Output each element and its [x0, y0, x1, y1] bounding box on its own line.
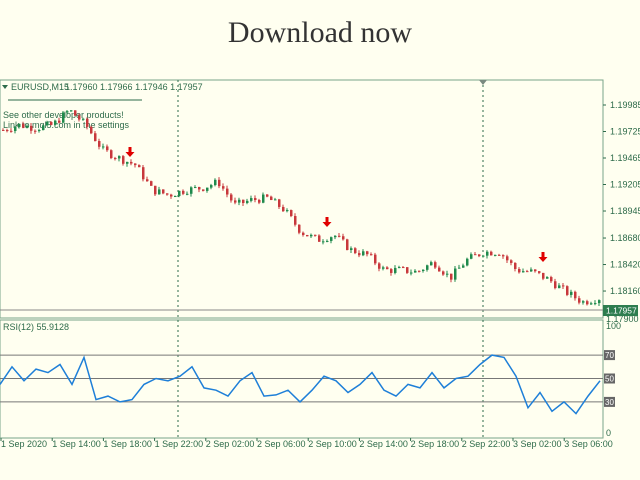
price-axis-label: 1.18420	[610, 260, 640, 270]
candle	[374, 252, 377, 266]
time-axis-label: 3 Sep 06:00	[564, 439, 613, 449]
candle	[62, 111, 65, 124]
time-axis-label: 2 Sep 22:00	[462, 439, 511, 449]
price-axis-label: 1.18945	[610, 206, 640, 216]
time-axis-label: 2 Sep 10:00	[308, 439, 357, 449]
time-axis-label: 3 Sep 02:00	[513, 439, 562, 449]
candle	[566, 285, 569, 297]
price-axis-label: 1.19725	[610, 127, 640, 137]
candle	[74, 110, 77, 116]
candle	[466, 257, 469, 267]
rsi-min: 0	[606, 428, 611, 438]
rsi-label: RSI(12) 55.9128	[3, 322, 69, 332]
price-axis-label: 1.19205	[610, 180, 640, 190]
candle	[290, 209, 293, 218]
candle	[110, 149, 113, 160]
price-axis-label: 1.19985	[610, 100, 640, 110]
price-axis-label: 1.18160	[610, 286, 640, 296]
time-axis-label: 1 Sep 22:00	[155, 439, 204, 449]
time-axis-label: 1 Sep 2020	[1, 439, 47, 449]
rsi-max: 100	[606, 321, 621, 331]
candle	[298, 224, 301, 235]
rsi-level-label: 50	[605, 375, 614, 384]
promo-text[interactable]: Link to mql5.com in the settings	[3, 120, 130, 130]
current-price: 1.17957	[606, 306, 637, 316]
price-axis-label: 1.18680	[610, 233, 640, 243]
time-axis-label: 2 Sep 14:00	[359, 439, 408, 449]
ohlc-values: 1.17960 1.17966 1.17946 1.17957	[65, 82, 203, 92]
time-axis-label: 1 Sep 18:00	[103, 439, 152, 449]
download-banner[interactable]: Download now	[0, 16, 640, 50]
candle	[142, 165, 145, 182]
time-axis-label: 2 Sep 18:00	[411, 439, 460, 449]
candle	[42, 124, 45, 131]
rsi-level-label: 70	[605, 351, 614, 360]
time-axis-label: 2 Sep 02:00	[206, 439, 255, 449]
time-axis-label: 2 Sep 06:00	[257, 439, 306, 449]
rsi-level-label: 30	[605, 398, 614, 407]
trading-chart[interactable]: EURUSD,M15 1.17960 1.17966 1.17946 1.179…	[0, 78, 640, 480]
candle	[306, 234, 309, 237]
symbol-label: EURUSD,M15	[11, 82, 69, 92]
time-axis-label: 1 Sep 14:00	[52, 439, 101, 449]
price-axis-label: 1.19465	[610, 153, 640, 163]
candle	[150, 180, 153, 186]
candle	[346, 238, 349, 251]
